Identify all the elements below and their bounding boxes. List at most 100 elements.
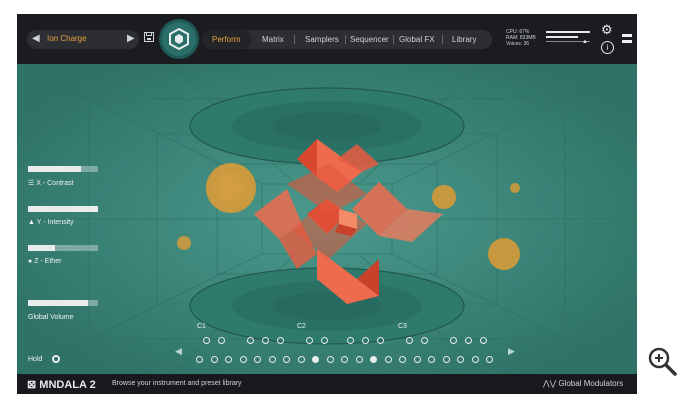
octave-left-arrow-icon[interactable]: ◀ xyxy=(175,346,182,357)
stage-visualizer xyxy=(17,64,637,374)
tab-global-fx[interactable]: Global FX xyxy=(399,35,435,44)
z-ether-text: Z - Ether xyxy=(34,258,62,265)
natural-key[interactable] xyxy=(471,356,479,363)
sharp-key[interactable] xyxy=(306,337,313,344)
mandala-logo-button[interactable] xyxy=(162,22,196,56)
natural-key[interactable] xyxy=(312,356,319,363)
global-modulators-label: Global Modulators xyxy=(558,379,624,388)
z-ether-slider[interactable] xyxy=(28,245,98,251)
sharp-key[interactable] xyxy=(218,337,225,344)
meter-bar xyxy=(546,36,578,38)
x-axis-icon: ☰ xyxy=(28,180,35,187)
tab-perform[interactable]: Perform xyxy=(212,35,240,44)
x-contrast-label: ☰ X - Contrast xyxy=(28,179,74,187)
sharp-key[interactable] xyxy=(247,337,254,344)
global-volume-label: Global Volume xyxy=(28,314,74,321)
z-ether-label: ● Z - Ether xyxy=(28,258,61,265)
natural-key[interactable] xyxy=(341,356,348,363)
voices-stat: Voices: 36 xyxy=(506,41,530,47)
tab-samplers[interactable]: Samplers xyxy=(305,35,339,44)
save-icon[interactable] xyxy=(144,32,154,43)
sharp-key[interactable] xyxy=(421,337,428,344)
footer-logo-text: MNDALA 2 xyxy=(39,379,96,391)
global-modulators-button[interactable]: ⋀⋁ Global Modulators xyxy=(543,379,623,388)
sharp-key[interactable] xyxy=(347,337,354,344)
gear-icon[interactable]: ⚙ xyxy=(601,22,613,38)
tab-separator xyxy=(393,35,394,44)
natural-key[interactable] xyxy=(370,356,377,363)
natural-key[interactable] xyxy=(428,356,435,363)
x-contrast-slider[interactable] xyxy=(28,166,98,172)
meter-marker-icon[interactable]: ▲ xyxy=(582,39,588,45)
natural-key[interactable] xyxy=(239,356,247,363)
natural-key[interactable] xyxy=(442,356,450,363)
y-intensity-slider[interactable] xyxy=(28,206,98,212)
main-tabs: Perform Matrix Samplers Sequencer Global… xyxy=(202,30,492,49)
app-window: ◀ Ion Charge ▶ Perform Matrix Samplers S… xyxy=(17,14,637,394)
preset-selector[interactable]: ◀ Ion Charge ▶ xyxy=(27,30,139,49)
octave-label-c3: C3 xyxy=(398,323,407,330)
sharp-key[interactable] xyxy=(377,337,384,344)
natural-key[interactable] xyxy=(355,356,363,363)
sharp-key[interactable] xyxy=(465,337,472,344)
output-meter: ▲ xyxy=(546,30,590,48)
waveform-icon: ⋀⋁ xyxy=(543,379,557,388)
performance-stats: CPU: 67% RAM: 833MB Voices: 36 xyxy=(506,29,536,47)
z-ether-fill xyxy=(28,245,55,251)
tab-library[interactable]: Library xyxy=(452,35,476,44)
natural-key[interactable] xyxy=(225,356,232,363)
zoom-in-icon[interactable] xyxy=(641,340,685,384)
footer-logo: ⊠ MNDALA 2 xyxy=(27,378,96,391)
natural-key[interactable] xyxy=(210,356,218,363)
natural-key[interactable] xyxy=(297,356,305,363)
perform-stage[interactable]: ☰ X - Contrast ▲ Y - Intensity ● Z - Eth… xyxy=(17,64,637,374)
natural-key[interactable] xyxy=(283,356,290,363)
preset-prev-button[interactable]: ◀ xyxy=(32,33,40,44)
brand-logo xyxy=(622,32,637,51)
tab-sequencer[interactable]: Sequencer xyxy=(350,35,389,44)
top-bar: ◀ Ion Charge ▶ Perform Matrix Samplers S… xyxy=(17,14,637,64)
tab-separator xyxy=(345,35,346,44)
natural-key[interactable] xyxy=(457,356,464,363)
sharp-key[interactable] xyxy=(406,337,413,344)
y-intensity-label: ▲ Y - Intensity xyxy=(28,219,74,226)
x-contrast-text: X - Contrast xyxy=(36,180,74,187)
global-volume-slider[interactable] xyxy=(28,300,98,306)
hold-toggle[interactable] xyxy=(52,355,60,363)
meter-bar xyxy=(546,31,590,33)
hold-label: Hold xyxy=(28,356,43,363)
sharp-key[interactable] xyxy=(362,337,369,344)
sharp-key[interactable] xyxy=(203,337,210,344)
sharp-key[interactable] xyxy=(262,337,269,344)
info-icon[interactable]: i xyxy=(601,41,614,54)
natural-key[interactable] xyxy=(384,356,392,363)
natural-key[interactable] xyxy=(413,356,421,363)
preset-next-button[interactable]: ▶ xyxy=(127,33,135,44)
octave-right-arrow-icon[interactable]: ▶ xyxy=(508,346,515,357)
triangle-icon: ▲ xyxy=(28,219,35,226)
mandala-small-icon: ⊠ xyxy=(27,379,37,391)
tab-matrix[interactable]: Matrix xyxy=(262,35,284,44)
circle-icon: ● xyxy=(28,258,33,265)
global-volume-fill xyxy=(28,300,88,306)
natural-key[interactable] xyxy=(399,356,406,363)
natural-key[interactable] xyxy=(254,356,261,363)
preset-name: Ion Charge xyxy=(47,34,87,43)
natural-key[interactable] xyxy=(268,356,276,363)
hexagon-cube-icon xyxy=(169,28,189,50)
y-intensity-text: Y - Intensity xyxy=(36,219,74,226)
sharp-key[interactable] xyxy=(480,337,487,344)
sharp-key[interactable] xyxy=(321,337,328,344)
x-contrast-fill xyxy=(28,166,81,172)
octave-label-c1: C1 xyxy=(197,323,206,330)
tab-separator xyxy=(294,35,295,44)
octave-label-c2: C2 xyxy=(297,323,306,330)
y-intensity-fill xyxy=(28,206,98,212)
sharp-key[interactable] xyxy=(450,337,457,344)
sharp-key[interactable] xyxy=(277,337,284,344)
footer-bar: ⊠ MNDALA 2 Browse your instrument and pr… xyxy=(17,374,637,394)
natural-key[interactable] xyxy=(196,356,203,363)
status-text: Browse your instrument and preset librar… xyxy=(112,380,242,387)
natural-key[interactable] xyxy=(486,356,493,363)
natural-key[interactable] xyxy=(326,356,334,363)
